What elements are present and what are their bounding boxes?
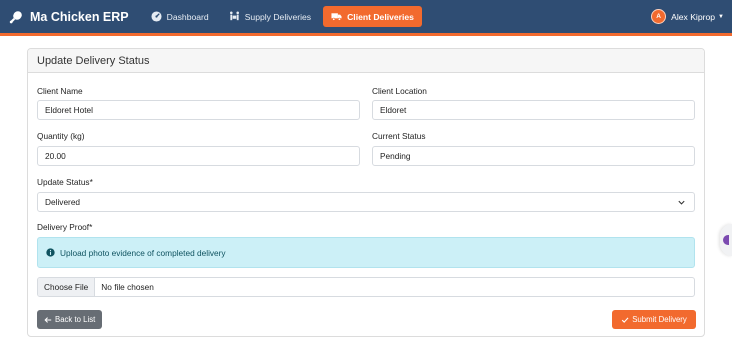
nav-dashboard-label: Dashboard — [166, 11, 209, 22]
client-name-input[interactable]: Eldoret Hotel — [37, 100, 360, 120]
back-to-list-button[interactable]: Back to List — [37, 310, 103, 329]
truck-icon — [331, 11, 342, 22]
check-icon — [621, 316, 629, 324]
card-title: Update Delivery Status — [28, 49, 704, 73]
delivery-proof-file-input[interactable]: Choose File No file chosen — [37, 277, 695, 297]
quantity-input[interactable]: 20.00 — [37, 146, 360, 166]
info-circle-icon — [46, 248, 55, 257]
nav-supply-deliveries-label: Supply Deliveries — [244, 11, 312, 22]
user-name: Alex Kiprop — [671, 11, 716, 22]
file-status-text: No file chosen — [101, 282, 154, 292]
current-status-input[interactable]: Pending — [372, 146, 695, 166]
proof-info-alert: Upload photo evidence of completed deliv… — [37, 237, 695, 268]
floating-side-tab[interactable] — [720, 224, 732, 256]
navbar-accent-line — [0, 33, 732, 36]
top-navbar: Ma Chicken ERP Dashboard Supply Deliveri… — [0, 0, 732, 36]
update-status-label: Update Status* — [37, 177, 93, 187]
proof-info-text: Upload photo evidence of completed deliv… — [60, 247, 226, 258]
drumstick-icon — [9, 10, 23, 24]
back-to-list-label: Back to List — [55, 315, 96, 324]
nav-supply-deliveries[interactable]: Supply Deliveries — [221, 6, 319, 27]
brand-name: Ma Chicken ERP — [30, 9, 129, 24]
quantity-label: Quantity (kg) — [37, 131, 85, 141]
arrow-left-icon — [44, 316, 52, 324]
client-name-label: Client Name — [37, 86, 83, 96]
choose-file-button[interactable]: Choose File — [38, 278, 96, 296]
nav-client-deliveries[interactable]: Client Deliveries — [323, 6, 422, 27]
client-location-input[interactable]: Eldoret — [372, 100, 695, 120]
avatar: A — [651, 9, 667, 24]
update-status-selected: Delivered — [45, 197, 81, 207]
chevron-down-icon — [677, 198, 686, 207]
people-carry-icon — [229, 11, 240, 22]
submit-delivery-label: Submit Delivery — [632, 315, 687, 324]
nav-client-deliveries-label: Client Deliveries — [347, 11, 414, 22]
submit-delivery-button[interactable]: Submit Delivery — [612, 310, 696, 329]
delivery-proof-label: Delivery Proof* — [37, 222, 93, 232]
nav-dashboard[interactable]: Dashboard — [143, 6, 217, 27]
widget-dot-icon — [723, 235, 729, 245]
dashboard-gauge-icon — [151, 11, 162, 22]
current-status-label: Current Status — [372, 131, 426, 141]
update-delivery-card: Update Delivery Status Client Name Eldor… — [27, 48, 705, 337]
update-status-select[interactable]: Delivered — [37, 192, 695, 212]
brand[interactable]: Ma Chicken ERP — [9, 10, 129, 24]
caret-down-icon: ▼ — [718, 13, 724, 20]
client-location-label: Client Location — [372, 86, 427, 96]
user-menu[interactable]: A Alex Kiprop ▼ — [651, 9, 724, 24]
